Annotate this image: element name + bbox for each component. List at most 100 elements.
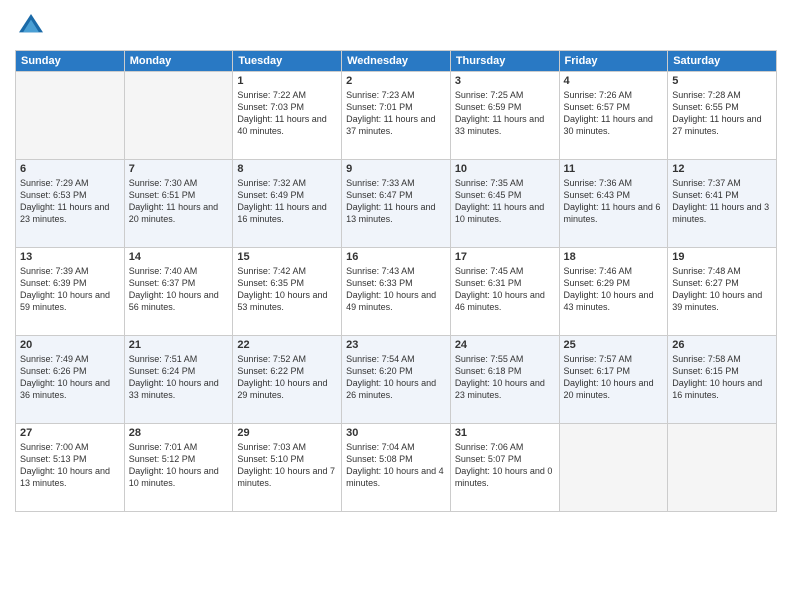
weekday-header-saturday: Saturday: [668, 51, 777, 72]
day-info: Sunrise: 7:49 AM Sunset: 6:26 PM Dayligh…: [20, 353, 120, 402]
day-number: 23: [346, 339, 446, 351]
weekday-header-tuesday: Tuesday: [233, 51, 342, 72]
calendar-cell: 9Sunrise: 7:33 AM Sunset: 6:47 PM Daylig…: [342, 160, 451, 248]
calendar-cell: [124, 72, 233, 160]
day-number: 30: [346, 427, 446, 439]
calendar-cell: [16, 72, 125, 160]
day-info: Sunrise: 7:00 AM Sunset: 5:13 PM Dayligh…: [20, 441, 120, 490]
calendar-cell: 1 Sunrise: 7:22 AM Sunset: 7:03 PM Daylig…: [233, 72, 342, 160]
day-info: Sunrise: 7:54 AM Sunset: 6:20 PM Dayligh…: [346, 353, 446, 402]
logo-icon: [15, 10, 47, 42]
day-info: Sunrise: 7:55 AM Sunset: 6:18 PM Dayligh…: [455, 353, 555, 402]
calendar-cell: 29 Sunrise: 7:03 AM Sunset: 5:10 PM Dayli…: [233, 424, 342, 512]
calendar-cell: 26Sunrise: 7:58 AM Sunset: 6:15 PM Dayli…: [668, 336, 777, 424]
calendar: SundayMondayTuesdayWednesdayThursdayFrid…: [15, 50, 777, 512]
calendar-cell: 21Sunrise: 7:51 AM Sunset: 6:24 PM Dayli…: [124, 336, 233, 424]
calendar-cell: 2 Sunrise: 7:23 AM Sunset: 7:01 PM Daylig…: [342, 72, 451, 160]
day-info: Sunrise: 7:28 AM Sunset: 6:55 PM Dayligh…: [672, 89, 772, 138]
calendar-cell: 19 Sunrise: 7:48 AM Sunset: 6:27 PM Dayli…: [668, 248, 777, 336]
weekday-header-row: SundayMondayTuesdayWednesdayThursdayFrid…: [16, 51, 777, 72]
calendar-cell: 16 Sunrise: 7:43 AM Sunset: 6:33 PM Dayli…: [342, 248, 451, 336]
calendar-cell: 4 Sunrise: 7:26 AM Sunset: 6:57 PM Daylig…: [559, 72, 668, 160]
day-info: Sunrise: 7:43 AM Sunset: 6:33 PM Dayligh…: [346, 265, 446, 314]
day-info: Sunrise: 7:32 AM Sunset: 6:49 PM Dayligh…: [237, 177, 337, 226]
week-row-4: 20 Sunrise: 7:49 AM Sunset: 6:26 PM Dayli…: [16, 336, 777, 424]
day-number: 31: [455, 427, 555, 439]
calendar-cell: 12Sunrise: 7:37 AM Sunset: 6:41 PM Dayli…: [668, 160, 777, 248]
day-number: 15: [237, 251, 337, 263]
day-number: 21: [129, 339, 229, 351]
week-row-3: 13 Sunrise: 7:39 AM Sunset: 6:39 PM Dayli…: [16, 248, 777, 336]
day-number: 20: [20, 339, 120, 351]
day-info: Sunrise: 7:57 AM Sunset: 6:17 PM Dayligh…: [564, 353, 664, 402]
week-row-2: 6 Sunrise: 7:29 AM Sunset: 6:53 PM Daylig…: [16, 160, 777, 248]
calendar-cell: 13 Sunrise: 7:39 AM Sunset: 6:39 PM Dayli…: [16, 248, 125, 336]
day-info: Sunrise: 7:06 AM Sunset: 5:07 PM Dayligh…: [455, 441, 555, 490]
day-info: Sunrise: 7:39 AM Sunset: 6:39 PM Dayligh…: [20, 265, 120, 314]
day-info: Sunrise: 7:03 AM Sunset: 5:10 PM Dayligh…: [237, 441, 337, 490]
calendar-cell: 24 Sunrise: 7:55 AM Sunset: 6:18 PM Dayli…: [450, 336, 559, 424]
day-number: 13: [20, 251, 120, 263]
day-number: 24: [455, 339, 555, 351]
calendar-cell: 25Sunrise: 7:57 AM Sunset: 6:17 PM Dayli…: [559, 336, 668, 424]
day-info: Sunrise: 7:37 AM Sunset: 6:41 PM Dayligh…: [672, 177, 772, 226]
day-number: 28: [129, 427, 229, 439]
day-number: 6: [20, 163, 120, 175]
calendar-cell: 30 Sunrise: 7:04 AM Sunset: 5:08 PM Dayli…: [342, 424, 451, 512]
day-number: 1: [237, 75, 337, 87]
day-info: Sunrise: 7:23 AM Sunset: 7:01 PM Dayligh…: [346, 89, 446, 138]
calendar-cell: 11 Sunrise: 7:36 AM Sunset: 6:43 PM Dayli…: [559, 160, 668, 248]
day-number: 17: [455, 251, 555, 263]
day-number: 9: [346, 163, 446, 175]
day-number: 18: [564, 251, 664, 263]
calendar-cell: 23 Sunrise: 7:54 AM Sunset: 6:20 PM Dayli…: [342, 336, 451, 424]
day-info: Sunrise: 7:30 AM Sunset: 6:51 PM Dayligh…: [129, 177, 229, 226]
calendar-cell: 8 Sunrise: 7:32 AM Sunset: 6:49 PM Daylig…: [233, 160, 342, 248]
calendar-cell: 14Sunrise: 7:40 AM Sunset: 6:37 PM Dayli…: [124, 248, 233, 336]
weekday-header-thursday: Thursday: [450, 51, 559, 72]
day-number: 2: [346, 75, 446, 87]
day-number: 8: [237, 163, 337, 175]
day-number: 29: [237, 427, 337, 439]
calendar-cell: 6 Sunrise: 7:29 AM Sunset: 6:53 PM Daylig…: [16, 160, 125, 248]
calendar-cell: 3 Sunrise: 7:25 AM Sunset: 6:59 PM Daylig…: [450, 72, 559, 160]
day-info: Sunrise: 7:36 AM Sunset: 6:43 PM Dayligh…: [564, 177, 664, 226]
day-info: Sunrise: 7:26 AM Sunset: 6:57 PM Dayligh…: [564, 89, 664, 138]
calendar-cell: 22 Sunrise: 7:52 AM Sunset: 6:22 PM Dayli…: [233, 336, 342, 424]
weekday-header-friday: Friday: [559, 51, 668, 72]
day-number: 14: [129, 251, 229, 263]
day-info: Sunrise: 7:04 AM Sunset: 5:08 PM Dayligh…: [346, 441, 446, 490]
day-number: 10: [455, 163, 555, 175]
day-info: Sunrise: 7:35 AM Sunset: 6:45 PM Dayligh…: [455, 177, 555, 226]
weekday-header-wednesday: Wednesday: [342, 51, 451, 72]
calendar-cell: 5Sunrise: 7:28 AM Sunset: 6:55 PM Daylig…: [668, 72, 777, 160]
day-number: 16: [346, 251, 446, 263]
logo: [15, 10, 51, 42]
calendar-cell: 17 Sunrise: 7:45 AM Sunset: 6:31 PM Dayli…: [450, 248, 559, 336]
day-number: 22: [237, 339, 337, 351]
day-number: 4: [564, 75, 664, 87]
calendar-cell: 20 Sunrise: 7:49 AM Sunset: 6:26 PM Dayli…: [16, 336, 125, 424]
day-info: Sunrise: 7:52 AM Sunset: 6:22 PM Dayligh…: [237, 353, 337, 402]
day-info: Sunrise: 7:58 AM Sunset: 6:15 PM Dayligh…: [672, 353, 772, 402]
header: [15, 10, 777, 42]
day-info: Sunrise: 7:29 AM Sunset: 6:53 PM Dayligh…: [20, 177, 120, 226]
weekday-header-sunday: Sunday: [16, 51, 125, 72]
day-info: Sunrise: 7:22 AM Sunset: 7:03 PM Dayligh…: [237, 89, 337, 138]
day-number: 3: [455, 75, 555, 87]
day-info: Sunrise: 7:01 AM Sunset: 5:12 PM Dayligh…: [129, 441, 229, 490]
day-info: Sunrise: 7:48 AM Sunset: 6:27 PM Dayligh…: [672, 265, 772, 314]
day-info: Sunrise: 7:25 AM Sunset: 6:59 PM Dayligh…: [455, 89, 555, 138]
calendar-cell: [668, 424, 777, 512]
week-row-5: 27Sunrise: 7:00 AM Sunset: 5:13 PM Dayli…: [16, 424, 777, 512]
calendar-cell: 10 Sunrise: 7:35 AM Sunset: 6:45 PM Dayli…: [450, 160, 559, 248]
calendar-cell: 15Sunrise: 7:42 AM Sunset: 6:35 PM Dayli…: [233, 248, 342, 336]
week-row-1: 1 Sunrise: 7:22 AM Sunset: 7:03 PM Daylig…: [16, 72, 777, 160]
weekday-header-monday: Monday: [124, 51, 233, 72]
day-info: Sunrise: 7:45 AM Sunset: 6:31 PM Dayligh…: [455, 265, 555, 314]
day-number: 19: [672, 251, 772, 263]
day-number: 11: [564, 163, 664, 175]
calendar-cell: 31 Sunrise: 7:06 AM Sunset: 5:07 PM Dayli…: [450, 424, 559, 512]
calendar-cell: [559, 424, 668, 512]
calendar-cell: 28 Sunrise: 7:01 AM Sunset: 5:12 PM Dayli…: [124, 424, 233, 512]
